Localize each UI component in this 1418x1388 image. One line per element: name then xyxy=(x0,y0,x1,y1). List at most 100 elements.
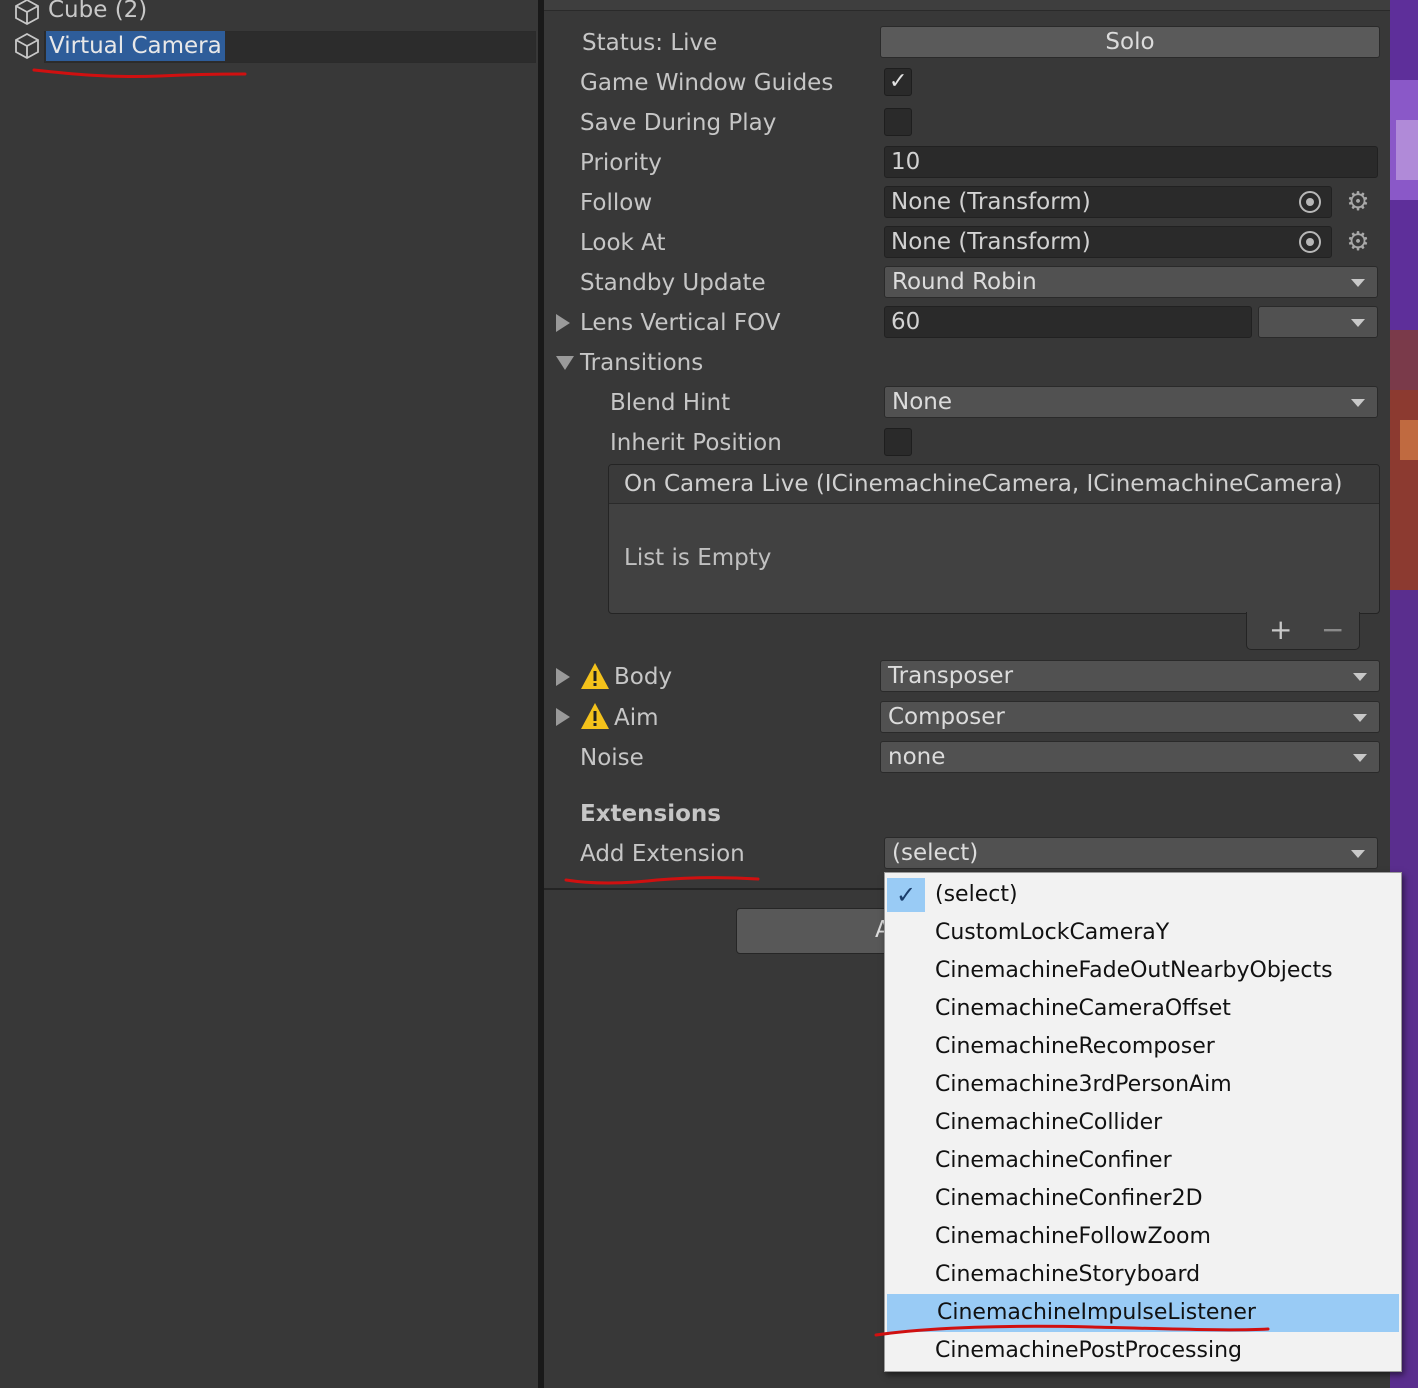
status-label: Status: Live xyxy=(582,30,718,56)
inherit-position-label: Inherit Position xyxy=(610,430,782,456)
chevron-down-icon xyxy=(1351,399,1365,407)
follow-object-field[interactable]: None (Transform) xyxy=(884,186,1332,218)
annotation-underline xyxy=(874,1324,1270,1337)
menu-item[interactable]: CinemachineCollider xyxy=(885,1104,1401,1142)
game-window-guides-checkbox[interactable]: ✓ xyxy=(884,68,912,96)
cube-icon xyxy=(15,0,39,26)
add-extension-dropdown[interactable]: (select) xyxy=(884,837,1378,869)
aim-value: Composer xyxy=(888,704,1005,730)
lens-fov-value: 60 xyxy=(891,309,921,335)
save-during-play-checkbox[interactable] xyxy=(884,108,912,136)
foldout-arrow-icon[interactable] xyxy=(556,356,574,370)
hierarchy-item-virtual-camera[interactable]: Virtual Camera xyxy=(0,28,538,64)
object-picker-icon[interactable] xyxy=(1299,231,1321,253)
gear-icon[interactable]: ⚙ xyxy=(1344,228,1372,256)
hierarchy-panel: Cube (2) Virtual Camera xyxy=(0,0,538,1388)
follow-value: None (Transform) xyxy=(891,189,1091,215)
transitions-label: Transitions xyxy=(580,350,704,376)
menu-item[interactable]: CinemachineRecomposer xyxy=(885,1028,1401,1066)
menu-item[interactable]: CinemachineFollowZoom xyxy=(885,1218,1401,1256)
standby-update-label: Standby Update xyxy=(580,270,766,296)
blend-hint-label: Blend Hint xyxy=(610,390,731,416)
event-header: On Camera Live (ICinemachineCamera, ICin… xyxy=(609,465,1379,504)
chevron-down-icon xyxy=(1353,714,1367,722)
chevron-down-icon xyxy=(1353,754,1367,762)
hierarchy-item-label: Virtual Camera xyxy=(46,31,225,61)
standby-update-value: Round Robin xyxy=(892,269,1037,295)
menu-item-label: CinemachineStoryboard xyxy=(935,1262,1201,1287)
warning-icon xyxy=(581,703,609,729)
extensions-header: Extensions xyxy=(580,801,721,827)
list-empty-text: List is Empty xyxy=(624,545,772,571)
add-extension-value: (select) xyxy=(892,840,979,866)
menu-item-label: CinemachineConfiner xyxy=(935,1148,1172,1173)
inherit-position-checkbox[interactable] xyxy=(884,428,912,456)
menu-item[interactable]: CinemachineConfiner xyxy=(885,1142,1401,1180)
hierarchy-item-cube-2[interactable]: Cube (2) xyxy=(0,0,538,30)
noise-label: Noise xyxy=(580,745,644,771)
body-dropdown[interactable]: Transposer xyxy=(880,660,1380,692)
foldout-arrow-icon[interactable] xyxy=(556,708,570,726)
menu-item[interactable]: CinemachineCameraOffset xyxy=(885,990,1401,1028)
event-header-label: On Camera Live (ICinemachineCamera, ICin… xyxy=(624,471,1343,497)
priority-value: 10 xyxy=(891,149,921,175)
lens-label: Lens Vertical FOV xyxy=(580,310,781,336)
remove-list-item-button[interactable]: − xyxy=(1321,615,1344,645)
add-list-item-button[interactable]: + xyxy=(1269,615,1292,645)
chevron-down-icon xyxy=(1351,279,1365,287)
list-add-remove: + − xyxy=(1246,612,1360,650)
standby-update-dropdown[interactable]: Round Robin xyxy=(884,266,1378,298)
menu-item[interactable]: CinemachineFadeOutNearbyObjects xyxy=(885,952,1401,990)
blend-hint-dropdown[interactable]: None xyxy=(884,386,1378,418)
extension-popup-menu: ✓ (select) CustomLockCameraY CinemachineFad… xyxy=(884,872,1402,1372)
menu-item-label: Cinemachine3rdPersonAim xyxy=(935,1072,1232,1097)
menu-item[interactable]: CinemachineStoryboard xyxy=(885,1256,1401,1294)
menu-item-label: CustomLockCameraY xyxy=(935,920,1170,945)
aim-dropdown[interactable]: Composer xyxy=(880,701,1380,733)
menu-item-label: CinemachineFollowZoom xyxy=(935,1224,1211,1249)
object-picker-icon[interactable] xyxy=(1299,191,1321,213)
chevron-down-icon xyxy=(1351,319,1365,327)
annotation-underline xyxy=(32,68,247,79)
on-camera-live-event: On Camera Live (ICinemachineCamera, ICin… xyxy=(608,464,1380,614)
solo-button[interactable]: Solo xyxy=(880,26,1380,58)
component-header[interactable] xyxy=(544,0,1390,11)
chevron-down-icon xyxy=(1351,850,1365,858)
blend-hint-value: None xyxy=(892,389,953,415)
noise-value: none xyxy=(888,744,946,770)
menu-item-label: CinemachineCollider xyxy=(935,1110,1163,1135)
look-at-value: None (Transform) xyxy=(891,229,1091,255)
body-label: Body xyxy=(614,664,673,690)
save-during-play-label: Save During Play xyxy=(580,110,777,136)
menu-item-label: CinemachineConfiner2D xyxy=(935,1186,1203,1211)
foldout-arrow-icon[interactable] xyxy=(556,668,570,686)
warning-icon xyxy=(581,663,609,689)
menu-item[interactable]: CinemachineConfiner2D xyxy=(885,1180,1401,1218)
priority-label: Priority xyxy=(580,150,662,176)
aim-label: Aim xyxy=(614,705,659,731)
follow-label: Follow xyxy=(580,190,653,216)
chevron-down-icon xyxy=(1353,673,1367,681)
menu-item-label: CinemachineFadeOutNearbyObjects xyxy=(935,958,1333,983)
menu-item[interactable]: ✓ (select) xyxy=(885,876,1401,914)
solo-button-label: Solo xyxy=(1105,29,1155,55)
checkmark-icon: ✓ xyxy=(887,878,925,912)
menu-item-label: CinemachineCameraOffset xyxy=(935,996,1231,1021)
hierarchy-item-label: Cube (2) xyxy=(48,0,148,23)
gear-icon[interactable]: ⚙ xyxy=(1344,188,1372,216)
annotation-underline xyxy=(564,876,760,885)
look-at-object-field[interactable]: None (Transform) xyxy=(884,226,1332,258)
look-at-label: Look At xyxy=(580,230,666,256)
lens-preset-dropdown[interactable] xyxy=(1258,306,1378,338)
cube-icon xyxy=(15,32,39,60)
menu-item[interactable]: CustomLockCameraY xyxy=(885,914,1401,952)
lens-fov-input[interactable]: 60 xyxy=(884,306,1252,338)
foldout-arrow-icon[interactable] xyxy=(556,314,570,332)
body-value: Transposer xyxy=(888,663,1014,689)
priority-input[interactable]: 10 xyxy=(884,146,1378,178)
game-window-guides-label: Game Window Guides xyxy=(580,70,834,96)
checkmark-icon: ✓ xyxy=(889,69,908,94)
menu-item[interactable]: Cinemachine3rdPersonAim xyxy=(885,1066,1401,1104)
add-extension-label: Add Extension xyxy=(580,841,745,867)
noise-dropdown[interactable]: none xyxy=(880,741,1380,773)
